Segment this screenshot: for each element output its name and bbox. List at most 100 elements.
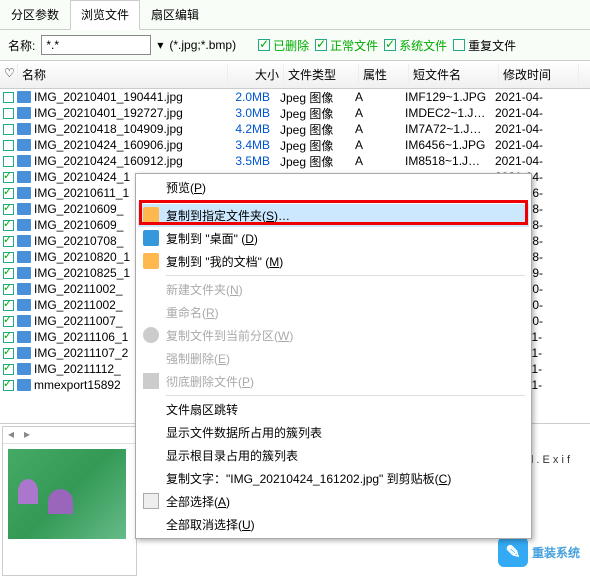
menu-item-label: 全部取消选择(U) (166, 516, 255, 533)
menu-item-label: 复制到指定文件夹(S)… (166, 207, 290, 224)
folder-icon (143, 207, 159, 223)
menu-item-label: 复制到 "我的文档" (M) (166, 253, 283, 270)
menu-item-label: 预览(P) (166, 179, 206, 196)
row-checkbox[interactable] (3, 316, 14, 327)
dropdown-icon[interactable]: ▾ (157, 38, 163, 52)
menu-item[interactable]: 显示根目录占用的簇列表 (138, 444, 529, 467)
row-checkbox[interactable] (3, 284, 14, 295)
filter-input[interactable] (41, 35, 151, 55)
nav-prev-icon[interactable]: ◂ (3, 427, 19, 443)
menu-item-label: 重命名(R) (166, 304, 219, 321)
col-attr[interactable]: 属性 (359, 64, 409, 85)
menu-item-label: 显示根目录占用的簇列表 (166, 447, 298, 464)
label-deleted: 已删除 (273, 37, 309, 54)
file-type: Jpeg 图像 (280, 89, 355, 106)
menu-item[interactable]: 文件扇区跳转 (138, 398, 529, 421)
file-short: IM8518~1.J… (405, 154, 495, 168)
file-name: IMG_20210401_192727.jpg (34, 106, 224, 120)
file-icon (17, 283, 31, 295)
menu-item-label: 强制删除(E) (166, 350, 230, 367)
file-row[interactable]: IMG_20210401_190441.jpg2.0MBJpeg 图像AIMF1… (0, 89, 590, 105)
row-checkbox[interactable] (3, 300, 14, 311)
row-checkbox[interactable] (3, 172, 14, 183)
row-checkbox[interactable] (3, 364, 14, 375)
file-icon (17, 299, 31, 311)
docs-icon (143, 253, 159, 269)
checkbox-normal[interactable] (315, 39, 327, 51)
file-name: IMG_20210424_160912.jpg (34, 154, 224, 168)
file-time: 2021-04- (495, 106, 575, 120)
file-type: Jpeg 图像 (280, 105, 355, 122)
row-checkbox[interactable] (3, 124, 14, 135)
file-attr: A (355, 138, 405, 152)
menu-item[interactable]: 全部取消选择(U) (138, 513, 529, 536)
menu-item[interactable]: 显示文件数据所占用的簇列表 (138, 421, 529, 444)
col-name[interactable]: 名称 (18, 64, 228, 85)
checkbox-duplicate[interactable] (453, 39, 465, 51)
file-icon (17, 363, 31, 375)
file-size: 4.2MB (224, 122, 280, 136)
tab-browse-files[interactable]: 浏览文件 (70, 0, 140, 30)
row-checkbox[interactable] (3, 140, 14, 151)
row-checkbox[interactable] (3, 332, 14, 343)
row-checkbox[interactable] (3, 380, 14, 391)
menu-item-label: 复制到 "桌面" (D) (166, 230, 258, 247)
menu-item[interactable]: 复制到指定文件夹(S)… (138, 204, 529, 227)
menu-item[interactable]: 预览(P) (138, 176, 529, 199)
menu-item[interactable]: 复制文字："IMG_20210424_161202.jpg" 到剪贴板(C) (138, 467, 529, 490)
file-row[interactable]: IMG_20210424_160906.jpg3.4MBJpeg 图像AIM64… (0, 137, 590, 153)
menu-separator (166, 275, 525, 276)
row-checkbox[interactable] (3, 236, 14, 247)
tab-partition-params[interactable]: 分区参数 (0, 0, 70, 29)
menu-item-label: 文件扇区跳转 (166, 401, 238, 418)
row-checkbox[interactable] (3, 188, 14, 199)
menu-separator (166, 395, 525, 396)
row-checkbox[interactable] (3, 204, 14, 215)
file-icon (17, 235, 31, 247)
file-row[interactable]: IMG_20210401_192727.jpg3.0MBJpeg 图像AIMDE… (0, 105, 590, 121)
row-checkbox[interactable] (3, 268, 14, 279)
row-checkbox[interactable] (3, 108, 14, 119)
menu-item[interactable]: 复制到 "我的文档" (M) (138, 250, 529, 273)
menu-item-label: 全部选择(A) (166, 493, 230, 510)
col-type[interactable]: 文件类型 (284, 64, 359, 85)
tab-sector-edit[interactable]: 扇区编辑 (140, 0, 210, 29)
file-icon (17, 331, 31, 343)
menu-item[interactable]: 全部选择(A) (138, 490, 529, 513)
nav-next-icon[interactable]: ▸ (19, 427, 35, 443)
menu-separator (166, 201, 525, 202)
file-size: 3.4MB (224, 138, 280, 152)
label-normal: 正常文件 (330, 37, 378, 54)
file-icon (17, 219, 31, 231)
row-checkbox[interactable] (3, 252, 14, 263)
menu-item: 重命名(R) (138, 301, 529, 324)
del-icon (143, 373, 159, 389)
file-attr: A (355, 90, 405, 104)
menu-item[interactable]: 复制到 "桌面" (D) (138, 227, 529, 250)
col-size[interactable]: 大小 (228, 64, 284, 85)
row-checkbox[interactable] (3, 220, 14, 231)
file-row[interactable]: IMG_20210424_160912.jpg3.5MBJpeg 图像AIM85… (0, 153, 590, 169)
file-time: 2021-04- (495, 138, 575, 152)
file-icon (17, 203, 31, 215)
file-icon (17, 315, 31, 327)
col-time[interactable]: 修改时间 (499, 64, 579, 85)
file-icon (17, 347, 31, 359)
selall-icon (143, 493, 159, 509)
checkbox-deleted[interactable] (258, 39, 270, 51)
file-time: 2021-04- (495, 90, 575, 104)
col-short[interactable]: 短文件名 (409, 64, 499, 85)
desktop-icon (143, 230, 159, 246)
col-check[interactable]: ♡ (0, 64, 18, 85)
file-short: IMF129~1.JPG (405, 90, 495, 104)
row-checkbox[interactable] (3, 348, 14, 359)
row-checkbox[interactable] (3, 92, 14, 103)
checkbox-system[interactable] (384, 39, 396, 51)
menu-item: 复制文件到当前分区(W) (138, 324, 529, 347)
file-icon (17, 91, 31, 103)
row-checkbox[interactable] (3, 156, 14, 167)
file-row[interactable]: IMG_20210418_104909.jpg4.2MBJpeg 图像AIM7A… (0, 121, 590, 137)
menu-item-label: 彻底删除文件(P) (166, 373, 254, 390)
file-time: 2021-04- (495, 122, 575, 136)
menu-item: 新建文件夹(N) (138, 278, 529, 301)
